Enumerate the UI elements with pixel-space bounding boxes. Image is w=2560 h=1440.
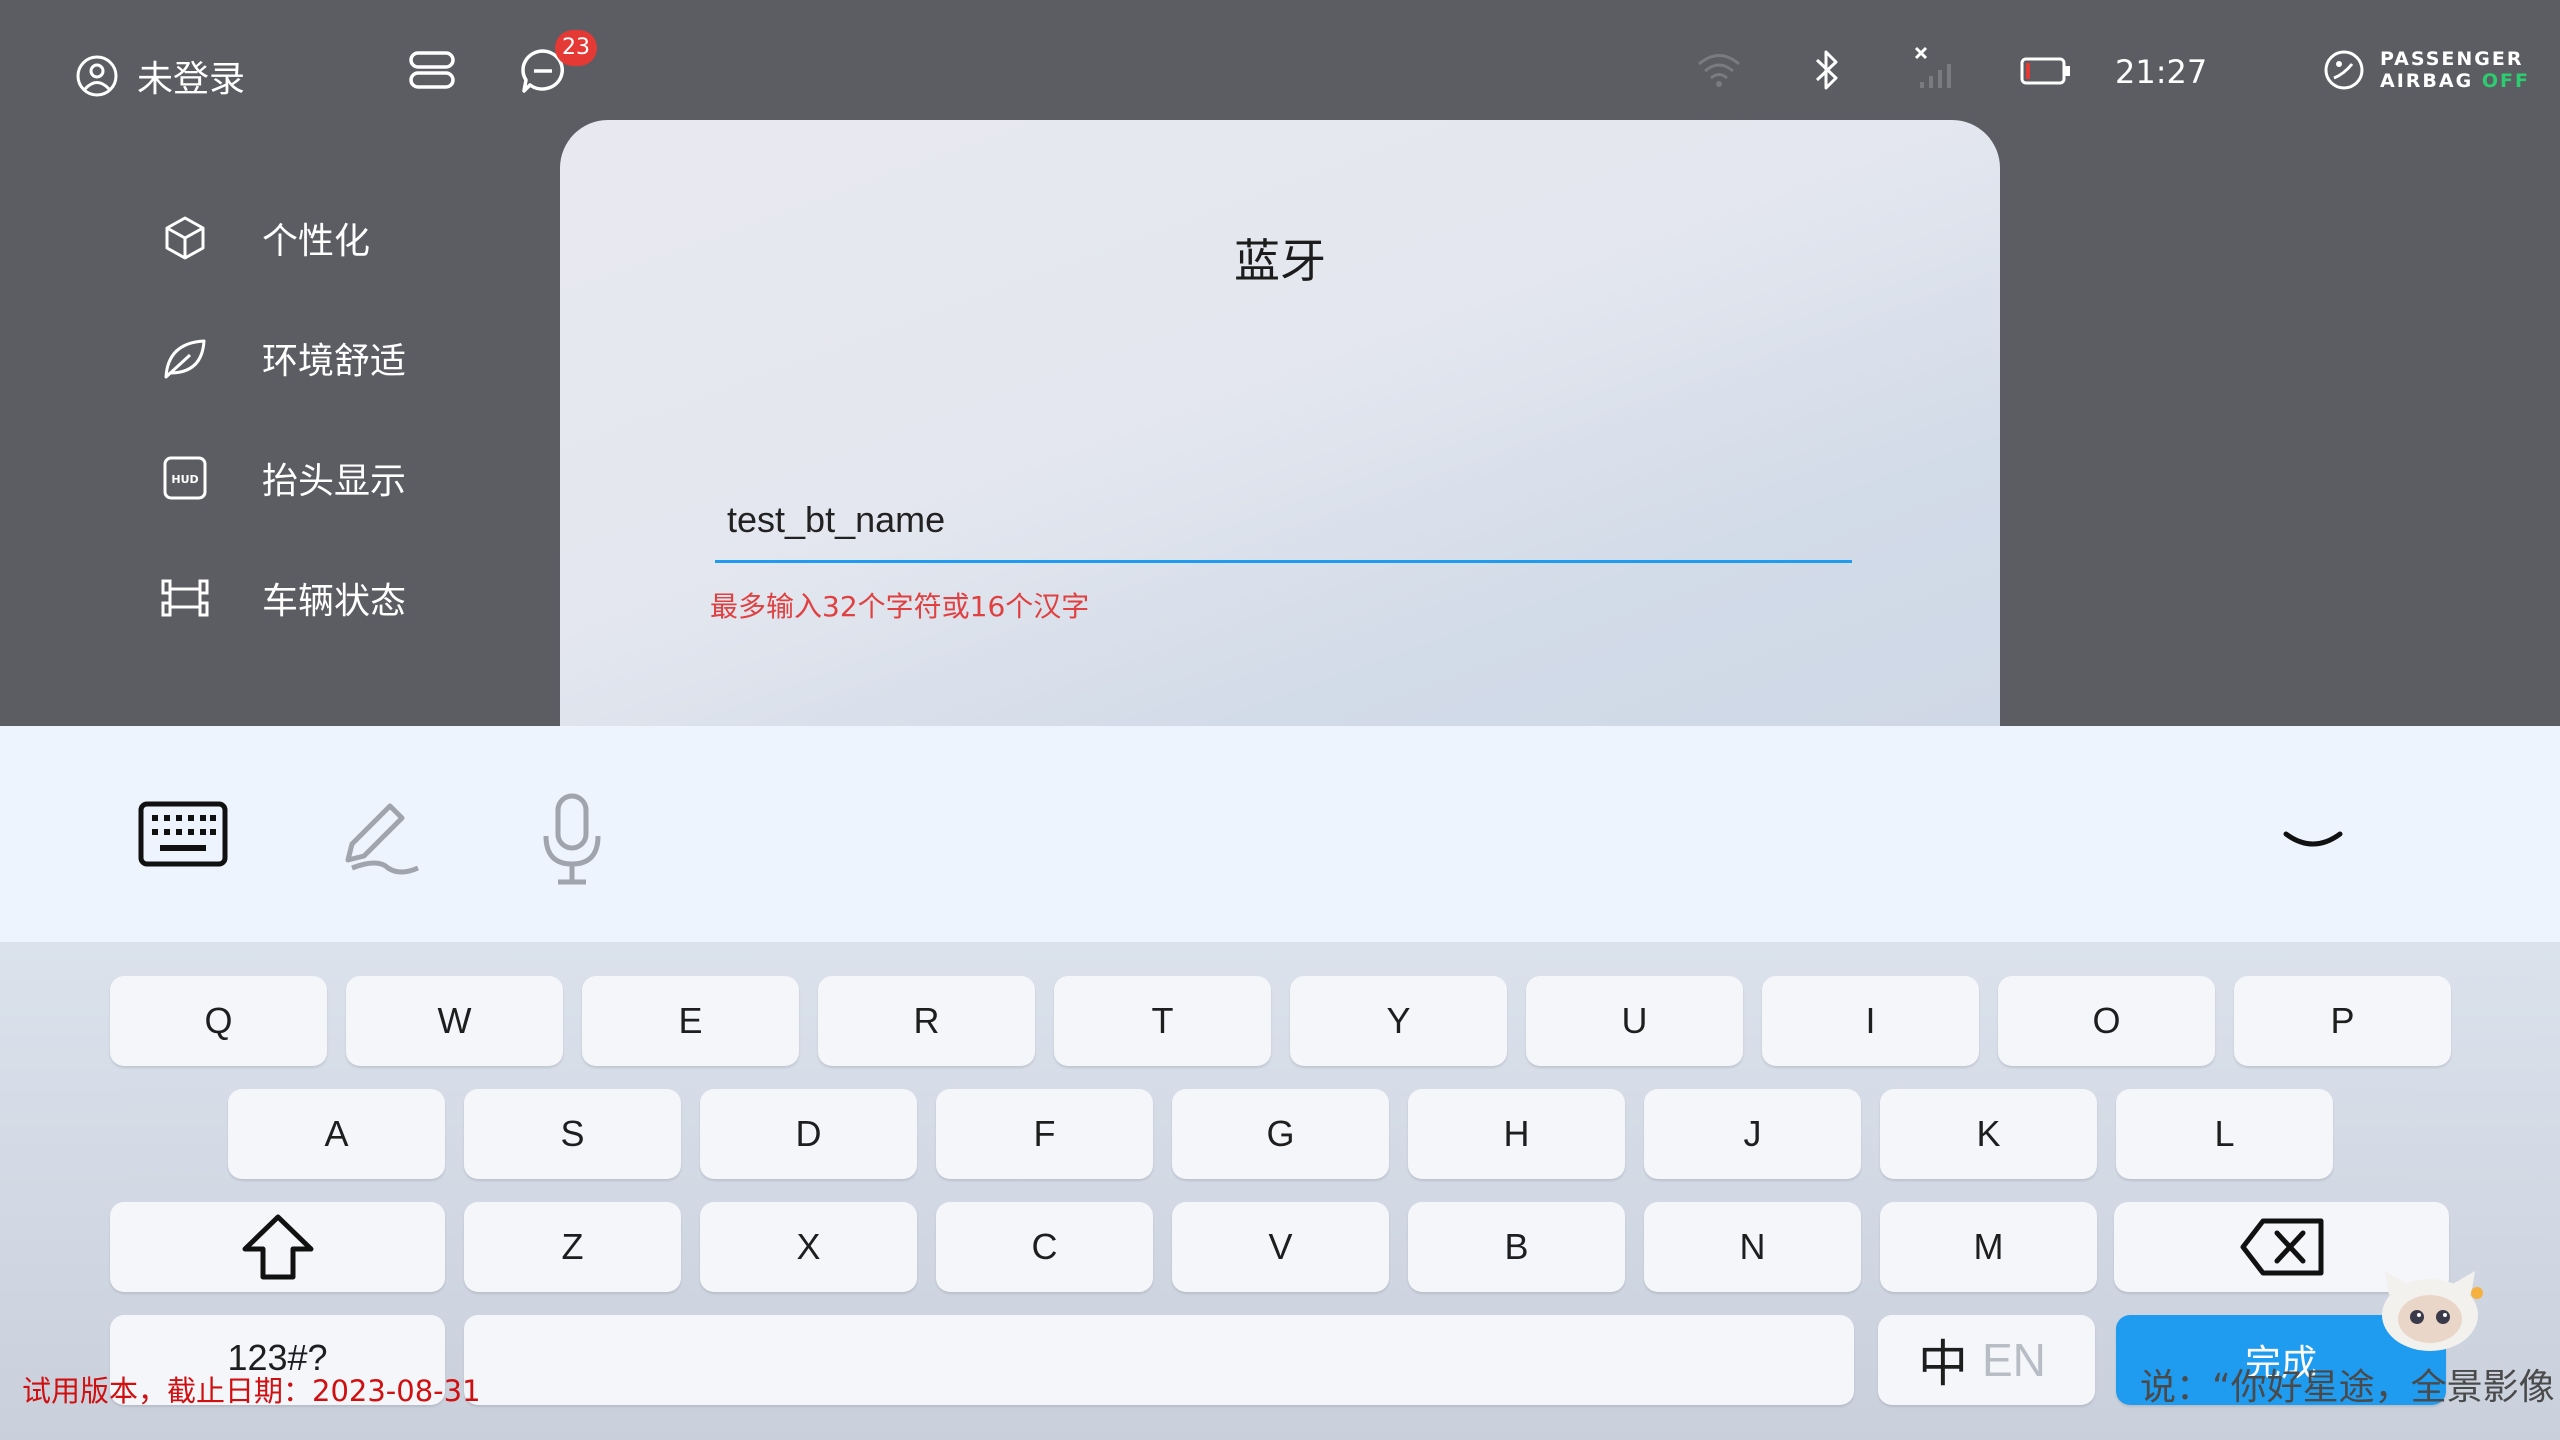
- shift-key[interactable]: [110, 1202, 445, 1292]
- handwriting-icon[interactable]: [338, 798, 422, 878]
- microphone-icon[interactable]: [540, 792, 604, 888]
- sidebar-item-label: 抬头显示: [262, 461, 407, 502]
- airbag-label-line1: PASSENGER: [2380, 48, 2524, 70]
- voice-assistant-avatar-icon[interactable]: [2375, 1265, 2485, 1355]
- sidebar-item-vehicle-status[interactable]: 车辆状态: [160, 572, 406, 624]
- key-l[interactable]: L: [2116, 1089, 2333, 1179]
- key-y[interactable]: Y: [1290, 976, 1507, 1066]
- sidebar-item-label: 个性化: [262, 221, 371, 262]
- key-s[interactable]: S: [464, 1089, 681, 1179]
- key-x[interactable]: X: [700, 1202, 917, 1292]
- vehicle-icon: [161, 579, 209, 617]
- key-f[interactable]: F: [936, 1089, 1153, 1179]
- passenger-airbag-indicator: PASSENGER AIRBAG OFF: [2322, 48, 2530, 92]
- language-current-label: 中: [1918, 1336, 1968, 1392]
- language-alt-label: EN: [1982, 1334, 2046, 1386]
- key-t[interactable]: T: [1054, 976, 1271, 1066]
- battery-icon: [2020, 57, 2070, 85]
- bluetooth-name-dialog: 蓝牙 最多输入32个字符或16个汉字: [560, 120, 2000, 730]
- sidebar-item-label: 车辆状态: [262, 581, 407, 622]
- key-e[interactable]: E: [582, 976, 799, 1066]
- svg-text:HUD: HUD: [171, 473, 198, 486]
- key-b[interactable]: B: [1408, 1202, 1625, 1292]
- key-h[interactable]: H: [1408, 1089, 1625, 1179]
- key-w[interactable]: W: [346, 976, 563, 1066]
- key-j[interactable]: J: [1644, 1089, 1861, 1179]
- collapse-icon[interactable]: [2282, 826, 2344, 856]
- key-v[interactable]: V: [1172, 1202, 1389, 1292]
- shift-icon: [242, 1214, 313, 1280]
- key-u[interactable]: U: [1526, 976, 1743, 1066]
- key-q[interactable]: Q: [110, 976, 327, 1066]
- status-bar: 未登录 23 21:27 PASSENGER AIRBAG OFF: [0, 0, 2560, 130]
- key-a[interactable]: A: [228, 1089, 445, 1179]
- clock: 21:27: [2115, 53, 2208, 91]
- leaf-icon: [164, 339, 206, 379]
- dialog-title: 蓝牙: [1234, 234, 1326, 288]
- keyboard-icon[interactable]: [138, 801, 228, 867]
- key-i[interactable]: I: [1762, 976, 1979, 1066]
- backspace-icon: [2240, 1218, 2323, 1276]
- key-r[interactable]: R: [818, 976, 1035, 1066]
- sidebar-item-personalization[interactable]: 个性化: [160, 212, 370, 264]
- hud-icon: HUD: [163, 456, 207, 500]
- cube-icon: [165, 216, 205, 260]
- sidebar-item-label: 环境舒适: [262, 341, 407, 382]
- keyboard-toolbar: [0, 726, 2560, 942]
- bluetooth-name-input[interactable]: [715, 490, 1852, 563]
- key-m[interactable]: M: [1880, 1202, 2097, 1292]
- signal-off-icon: [1914, 46, 1951, 88]
- user-login-button[interactable]: 未登录: [75, 50, 245, 102]
- bluetooth-icon[interactable]: [1812, 48, 1842, 92]
- language-switch-key[interactable]: 中 EN: [1878, 1315, 2095, 1405]
- space-key[interactable]: [464, 1315, 1854, 1405]
- sidebar-item-hud[interactable]: HUD 抬头显示: [160, 452, 406, 504]
- key-g[interactable]: G: [1172, 1089, 1389, 1179]
- key-d[interactable]: D: [700, 1089, 917, 1179]
- voice-assistant-hint: 说：“你好星途，全景影像: [2140, 1367, 2555, 1408]
- airbag-icon: [2324, 50, 2364, 90]
- key-o[interactable]: O: [1998, 976, 2215, 1066]
- key-k[interactable]: K: [1880, 1089, 2097, 1179]
- airbag-label-line2: AIRBAG: [2380, 70, 2474, 92]
- input-hint: 最多输入32个字符或16个汉字: [710, 590, 1090, 623]
- trial-notice: 试用版本，截止日期：2023-08-31: [22, 1374, 481, 1408]
- key-z[interactable]: Z: [464, 1202, 681, 1292]
- key-c[interactable]: C: [936, 1202, 1153, 1292]
- settings-toggle-icon[interactable]: [408, 50, 456, 90]
- sidebar-item-environment[interactable]: 环境舒适: [160, 332, 406, 384]
- key-n[interactable]: N: [1644, 1202, 1861, 1292]
- user-icon: [76, 55, 118, 97]
- message-count-badge: 23: [555, 30, 597, 66]
- user-login-label: 未登录: [137, 59, 246, 100]
- key-p[interactable]: P: [2234, 976, 2451, 1066]
- wifi-icon: [1698, 54, 1740, 87]
- airbag-state: OFF: [2481, 70, 2530, 92]
